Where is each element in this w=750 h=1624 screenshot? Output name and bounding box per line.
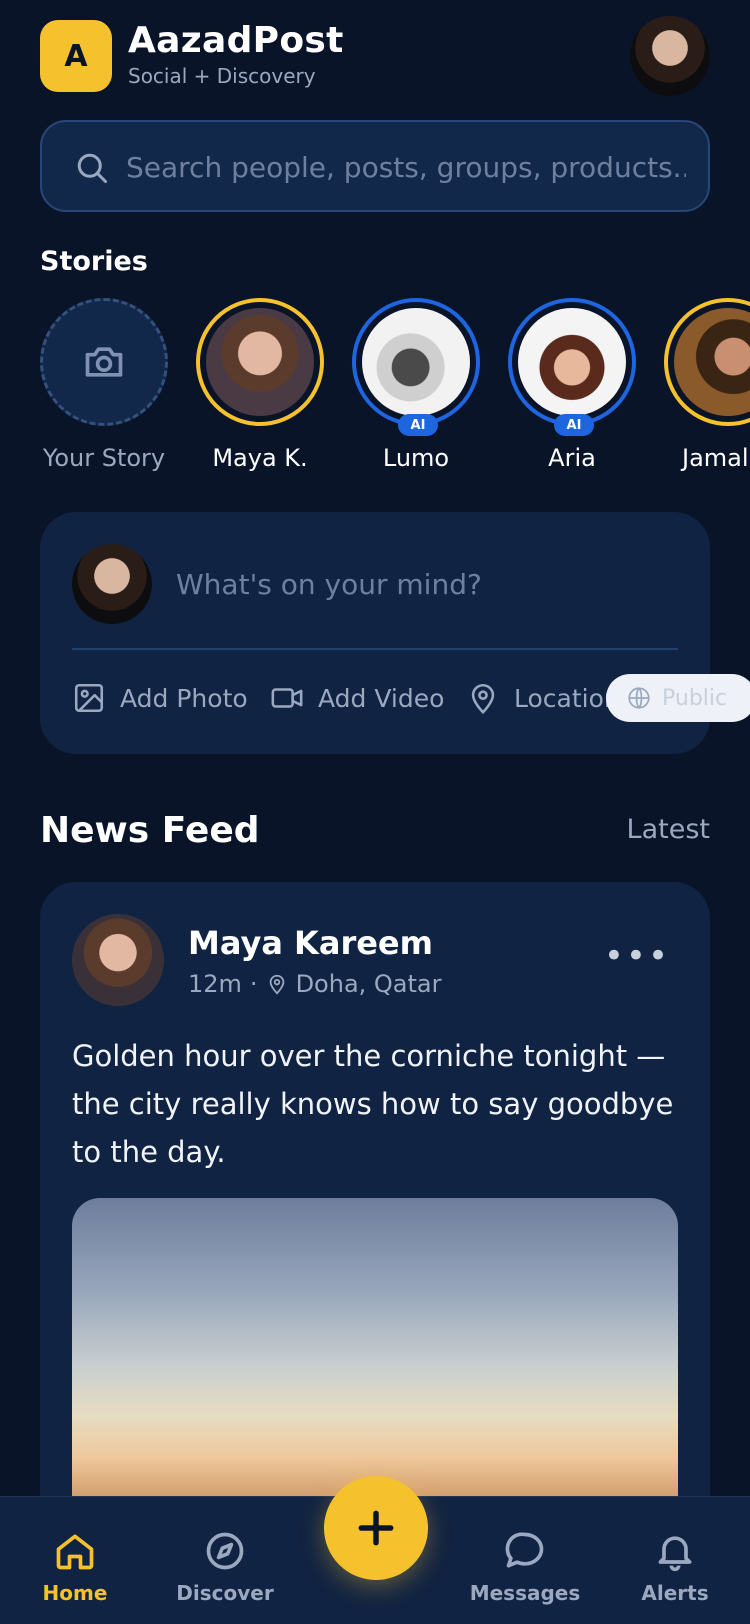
chat-bubble-icon (505, 1532, 544, 1568)
app-logo[interactable]: A (40, 20, 112, 92)
add-video-button[interactable]: Add Video (270, 678, 444, 718)
nav-label: Discover (176, 1581, 274, 1605)
post-time: 12m (188, 970, 242, 998)
stories-row[interactable]: Your Story Maya K. AI Lumo AI Aria Jamal (40, 298, 750, 478)
story-name: Aria (548, 444, 596, 472)
story-name: Jamal (682, 444, 749, 472)
add-video-label: Add Video (318, 683, 445, 713)
search-icon (77, 153, 107, 183)
story-avatar (674, 308, 750, 416)
nav-discover[interactable]: Discover (165, 1529, 285, 1605)
post-meta: 12m · Doha, Qatar (188, 970, 441, 998)
compass-icon (206, 1532, 244, 1570)
author-name[interactable]: Maya Kareem (188, 924, 433, 962)
image-icon (74, 683, 104, 713)
plus-icon (358, 1510, 394, 1546)
story-aria[interactable]: AI Aria (508, 298, 636, 472)
bell-icon (658, 1536, 692, 1572)
video-icon (271, 688, 303, 708)
nav-label: Home (42, 1581, 108, 1605)
story-your-story[interactable]: Your Story (40, 298, 168, 472)
nav-home[interactable]: Home (15, 1529, 135, 1605)
profile-avatar[interactable] (630, 16, 710, 96)
composer-avatar (72, 544, 152, 624)
nav-label: Messages (469, 1581, 581, 1605)
more-options-icon[interactable]: ••• (604, 936, 670, 976)
search-input[interactable] (126, 142, 686, 192)
location-button[interactable]: Location (466, 678, 620, 718)
post-location: Doha, Qatar (295, 970, 442, 998)
story-avatar (518, 308, 626, 416)
stories-title: Stories (40, 246, 148, 277)
globe-icon (628, 687, 650, 709)
feed-sort-button[interactable]: Latest (627, 814, 710, 845)
ai-badge: AI (554, 414, 594, 436)
story-name: Maya K. (212, 444, 308, 472)
nav-label: Alerts (641, 1581, 709, 1605)
location-label: Location (514, 683, 620, 713)
divider (72, 648, 678, 650)
story-name: Your Story (42, 444, 166, 472)
nav-alerts[interactable]: Alerts (615, 1529, 735, 1605)
story-avatar (362, 308, 470, 416)
story-lumo[interactable]: AI Lumo (352, 298, 480, 472)
feed-title: News Feed (40, 810, 260, 851)
home-icon (56, 1534, 94, 1570)
post-composer: What's on your mind? Add Photo Add Video… (40, 512, 750, 754)
nav-messages[interactable]: Messages (465, 1529, 585, 1605)
app-title: AazadPost (128, 20, 344, 61)
map-pin-icon (471, 683, 495, 714)
camera-icon (85, 347, 123, 377)
privacy-selector[interactable]: Public (606, 674, 750, 722)
search-bar[interactable] (40, 120, 710, 212)
add-photo-label: Add Photo (120, 683, 248, 713)
story-avatar (206, 308, 314, 416)
meta-separator: · (249, 970, 258, 998)
create-post-button[interactable] (324, 1476, 428, 1580)
ai-badge: AI (398, 414, 438, 436)
privacy-label: Public (662, 685, 728, 711)
app-subtitle: Social + Discovery (128, 64, 316, 88)
story-maya[interactable]: Maya K. (196, 298, 324, 472)
map-pin-icon (269, 974, 284, 995)
composer-input[interactable]: What's on your mind? (176, 568, 482, 601)
add-photo-button[interactable]: Add Photo (72, 678, 248, 718)
story-name: Lumo (382, 444, 450, 472)
post-text: Golden hour over the corniche tonight — … (72, 1039, 674, 1169)
story-jamal[interactable]: Jamal (664, 298, 750, 472)
author-avatar[interactable] (72, 914, 164, 1006)
app-header: A AazadPost Social + Discovery (40, 16, 710, 96)
